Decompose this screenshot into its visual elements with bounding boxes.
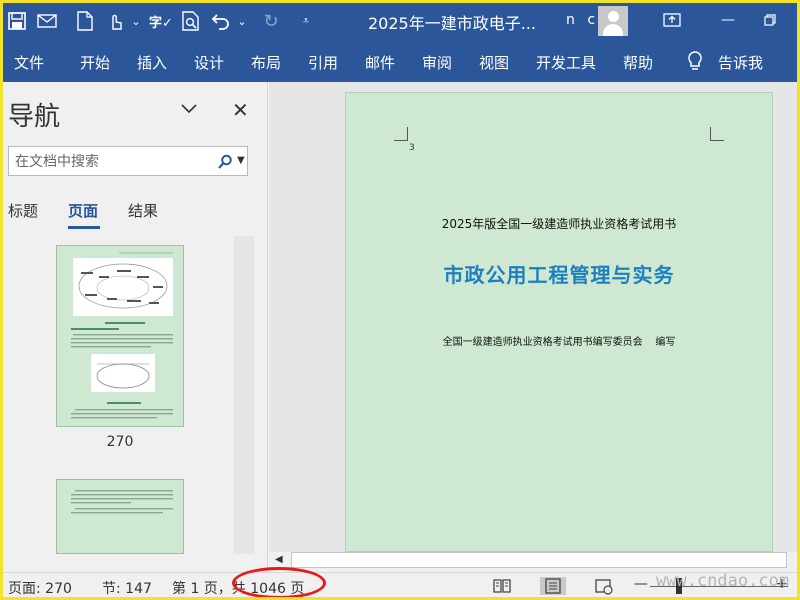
- tab-file[interactable]: 文件: [14, 52, 44, 73]
- thumbnail-page-number: 270: [106, 434, 134, 450]
- document-subtitle: 2025年版全国一级建造师执业资格考试用书: [441, 217, 677, 231]
- user-name[interactable]: n c: [566, 12, 599, 28]
- search-box: ▼: [8, 146, 248, 176]
- watermark: www.cndao.com: [656, 571, 790, 591]
- spelling-icon[interactable]: 字✓: [148, 6, 174, 36]
- tab-review[interactable]: 审阅: [422, 52, 452, 73]
- tab-mailings[interactable]: 邮件: [365, 52, 395, 73]
- nav-title: 导航: [8, 102, 61, 132]
- tab-design[interactable]: 设计: [194, 52, 224, 73]
- ribbon-display-options-icon[interactable]: [658, 8, 686, 32]
- restore-icon[interactable]: [756, 8, 784, 32]
- tab-results[interactable]: 结果: [128, 200, 158, 221]
- page-thumbnail[interactable]: [56, 479, 184, 554]
- lightbulb-icon[interactable]: [686, 50, 704, 72]
- page-thumbnail[interactable]: [56, 245, 184, 427]
- chevron-down-icon[interactable]: [180, 100, 198, 118]
- save-icon[interactable]: [4, 6, 30, 36]
- tab-home[interactable]: 开始: [80, 52, 110, 73]
- tab-view[interactable]: 视图: [479, 52, 509, 73]
- document-area: 3 2025年版全国一级建造师执业资格考试用书 市政公用工程管理与实务 全国一级…: [269, 82, 800, 552]
- close-icon[interactable]: ✕: [232, 98, 249, 122]
- search-input[interactable]: [15, 152, 211, 172]
- tab-headings[interactable]: 标题: [8, 200, 38, 221]
- status-page[interactable]: 页面: 270: [8, 578, 72, 598]
- tab-pages[interactable]: 页面: [68, 200, 98, 221]
- undo-dropdown-icon[interactable]: ⌄: [234, 6, 250, 36]
- tab-developer[interactable]: 开发工具: [536, 52, 596, 73]
- thumbnail-scrollbar[interactable]: [234, 236, 254, 554]
- document-page[interactable]: 3 2025年版全国一级建造师执业资格考试用书 市政公用工程管理与实务 全国一级…: [345, 92, 773, 552]
- touch-mode-icon[interactable]: [102, 6, 128, 36]
- customize-qat-icon[interactable]: ⩡: [298, 6, 314, 36]
- minimize-icon[interactable]: —: [714, 8, 742, 32]
- scrollbar-track[interactable]: [291, 552, 787, 568]
- mail-icon[interactable]: [34, 6, 60, 36]
- title-bar: ⌄ 字✓ ⌄ ↻ ⩡ 2025年一建市政电子... n c —: [0, 0, 800, 42]
- print-preview-icon[interactable]: [178, 6, 204, 36]
- redo-icon[interactable]: ↻: [258, 6, 284, 36]
- tab-layout[interactable]: 布局: [251, 52, 281, 73]
- page-number: 3: [409, 143, 415, 153]
- crop-mark: [710, 127, 724, 141]
- horizontal-scrollbar[interactable]: ◀: [269, 552, 800, 570]
- crop-mark: [394, 127, 408, 141]
- document-main-title: 市政公用工程管理与实务: [443, 263, 675, 287]
- read-mode-icon[interactable]: [492, 577, 512, 595]
- ribbon-tabs: 文件 开始 插入 设计 布局 引用 邮件 审阅 视图 开发工具 帮助 告诉我: [0, 42, 800, 82]
- tell-me-search[interactable]: 告诉我: [718, 52, 763, 73]
- thumbnail-content: [71, 252, 173, 419]
- zoom-out-icon[interactable]: —: [634, 576, 648, 592]
- document-editors: 全国一级建造师执业资格考试用书编写委员会 编写: [442, 337, 676, 348]
- web-layout-icon[interactable]: [594, 577, 614, 595]
- search-icon[interactable]: [217, 154, 233, 170]
- red-highlight-circle: [232, 567, 326, 599]
- tab-insert[interactable]: 插入: [137, 52, 167, 73]
- tab-references[interactable]: 引用: [308, 52, 338, 73]
- chevron-down-icon[interactable]: ⌄: [128, 6, 144, 36]
- document-title: 2025年一建市政电子...: [368, 14, 536, 33]
- chevron-down-icon[interactable]: ▼: [237, 155, 245, 166]
- new-document-icon[interactable]: [72, 6, 98, 36]
- status-section[interactable]: 节: 147: [102, 578, 152, 598]
- active-tab-indicator: [68, 226, 100, 229]
- undo-icon[interactable]: [208, 6, 234, 36]
- thumbnail-content: [71, 490, 173, 514]
- avatar[interactable]: [598, 6, 628, 36]
- navigation-pane: 导航 ✕ ▼ 标题 页面 结果: [0, 82, 268, 572]
- scroll-left-icon[interactable]: ◀: [275, 554, 283, 565]
- tab-help[interactable]: 帮助: [623, 52, 653, 73]
- print-layout-icon[interactable]: [540, 577, 566, 595]
